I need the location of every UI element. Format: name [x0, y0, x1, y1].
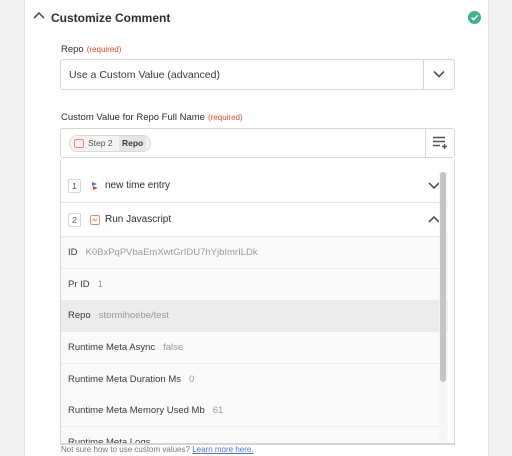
action-panel: Customize Comment Repo (required) Use a C…	[24, 0, 489, 456]
data-key: Runtime Meta Logs	[68, 437, 151, 444]
chevron-down-icon	[433, 70, 445, 78]
data-value: 0	[188, 374, 195, 385]
time-tracker-app-icon	[92, 182, 98, 190]
code-app-icon	[90, 215, 100, 225]
repo-label: Repo (required)	[61, 44, 122, 55]
data-value: stormihoebe/test	[98, 310, 169, 321]
section-title: Customize Comment	[51, 11, 171, 25]
repo-select[interactable]: Use a Custom Value (advanced)	[60, 59, 455, 90]
data-key: Pr ID 1	[68, 279, 103, 290]
mapped-field-pill[interactable]: Step 2 Repo	[69, 135, 152, 152]
required-tag: (required)	[207, 113, 243, 122]
check-circle-icon	[468, 11, 481, 24]
data-row[interactable]: ID K0BxPqPVbaEmXwtGrIDU7hYjbImrILDk	[61, 237, 448, 269]
custom-value-input[interactable]: Step 2 Repo	[60, 128, 455, 158]
insert-data-button[interactable]	[425, 129, 454, 157]
code-app-icon	[74, 139, 84, 148]
pill-step: Step 2	[88, 138, 113, 148]
data-key: Runtime Meta Memory Used Mb 61	[68, 405, 224, 416]
step-label: Run Javascript	[105, 214, 172, 225]
data-row[interactable]: Runtime Meta Memory Used Mb 61	[61, 395, 448, 427]
data-row[interactable]: Pr ID 1	[61, 269, 448, 301]
help-text: Not sure how to use custom values? Learn…	[61, 445, 254, 454]
data-value: 61	[212, 405, 224, 416]
data-picker-dropdown: 1 new time entry 2 Run Javascript ID K0Bx…	[60, 160, 455, 444]
data-row[interactable]: Runtime Meta Async false	[61, 332, 448, 364]
learn-more-link[interactable]: Learn more here.	[192, 445, 253, 454]
list-add-icon	[433, 136, 447, 149]
data-row[interactable]: Runtime Meta Logs	[61, 427, 448, 444]
step-number: 1	[68, 179, 81, 193]
data-value: K0BxPqPVbaEmXwtGrIDU7hYjbImrILDk	[85, 247, 258, 258]
scrollbar-thumb[interactable]	[440, 172, 446, 382]
step-label: new time entry	[105, 180, 171, 191]
data-key: Repo stormihoebe/test	[68, 310, 169, 321]
step-row-2[interactable]: 2 Run Javascript	[61, 203, 448, 237]
step-row-1[interactable]: 1 new time entry	[61, 169, 448, 203]
data-value: false	[163, 342, 184, 353]
repo-select-toggle[interactable]	[423, 60, 454, 89]
custom-value-label: Custom Value for Repo Full Name (required…	[61, 112, 243, 123]
data-key: Runtime Meta Async false	[68, 342, 184, 353]
data-value: 1	[97, 279, 103, 290]
section-header[interactable]: Customize Comment	[25, 0, 488, 36]
step-number: 2	[68, 213, 81, 227]
repo-select-value: Use a Custom Value (advanced)	[69, 69, 220, 81]
chevron-up-icon[interactable]	[32, 9, 46, 23]
required-tag: (required)	[86, 45, 122, 54]
data-key: ID K0BxPqPVbaEmXwtGrIDU7hYjbImrILDk	[68, 247, 258, 258]
data-key: Runtime Meta Duration Ms 0	[68, 374, 195, 385]
data-row[interactable]: Runtime Meta Duration Ms 0	[61, 364, 448, 396]
pill-field: Repo	[118, 136, 147, 151]
data-row-highlighted[interactable]: Repo stormihoebe/test	[61, 300, 448, 332]
